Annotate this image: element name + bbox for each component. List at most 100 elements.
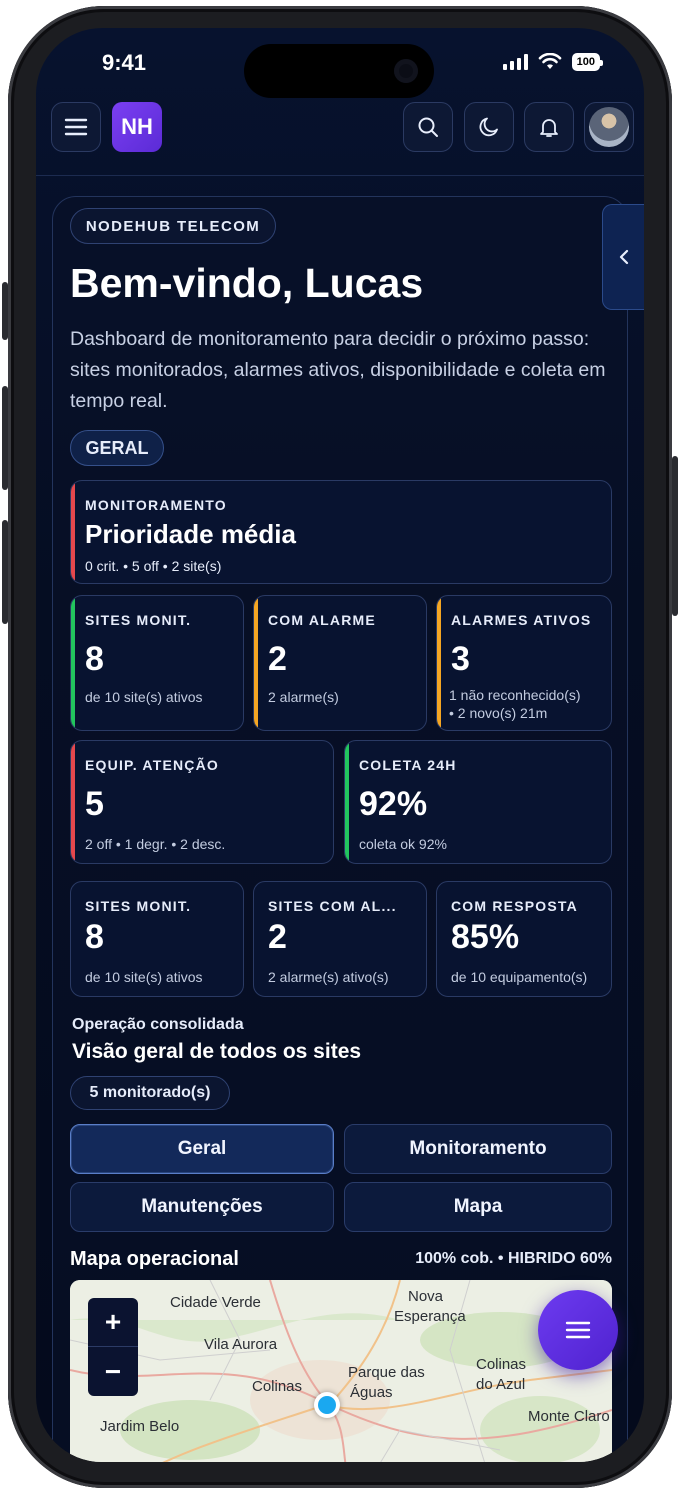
- stat-sub: coleta ok 92%: [359, 836, 447, 852]
- battery-indicator: 100: [571, 53, 604, 71]
- volume-up-button: [2, 386, 8, 490]
- stat-sub: de 10 site(s) ativos: [85, 969, 203, 985]
- side-panel-toggle[interactable]: [602, 204, 644, 310]
- hamburger-icon: [64, 118, 88, 136]
- priority-sub: 0 crit. • 5 off • 2 site(s): [85, 558, 222, 574]
- priority-label: MONITORAMENTO: [85, 497, 227, 513]
- map-label-colinas-west: Colinas: [252, 1378, 303, 1395]
- stat-label: COM RESPOSTA: [451, 898, 578, 914]
- quick-actions-fab[interactable]: [538, 1290, 618, 1370]
- cellular-signal-icon: [502, 54, 528, 70]
- operational-map[interactable]: + − Cidade Verde Nova Esperança Vila Aur…: [70, 1280, 612, 1462]
- bell-icon: [540, 119, 558, 137]
- stat-label: COLETA 24H: [359, 757, 457, 773]
- stat-sites-com-alarme[interactable]: SITES COM AL... 2 2 alarme(s) ativo(s): [253, 881, 427, 997]
- brand-logo[interactable]: NH: [112, 102, 162, 152]
- stat-label: SITES MONIT.: [85, 612, 192, 628]
- stat-value: 5: [85, 785, 104, 823]
- zoom-controls: + −: [88, 1298, 138, 1396]
- stat-accent-bar: [437, 596, 441, 730]
- map-label-vila-aurora: Vila Aurora: [204, 1336, 278, 1353]
- menu-lines-icon: [565, 1321, 591, 1339]
- map-label-monte-claro: Monte Claro: [528, 1408, 610, 1425]
- map-coverage: 100% cob. • HIBRIDO 60%: [415, 1250, 612, 1267]
- company-badge: NODEHUB TELECOM: [70, 208, 276, 244]
- volume-down-button: [2, 520, 8, 624]
- stat-value: 85%: [451, 918, 520, 956]
- stat-accent-bar: [71, 741, 75, 863]
- map-label-colinas-east: Colinas: [476, 1356, 527, 1373]
- dynamic-island: [244, 44, 434, 98]
- action-button: [2, 282, 8, 340]
- map-label-nova: Nova: [408, 1288, 444, 1305]
- wifi-icon: [538, 53, 561, 69]
- stat-value: 8: [85, 918, 104, 956]
- overview-kicker: Operação consolidada: [72, 1016, 244, 1033]
- location-pin-icon[interactable]: [314, 1392, 340, 1418]
- stat-equip-atencao[interactable]: EQUIP. ATENÇÃO 5 2 off • 1 degr. • 2 des…: [70, 740, 334, 864]
- profile-button[interactable]: [584, 102, 634, 152]
- stat-sub-secondary: • 2 novo(s) 21m: [449, 705, 548, 721]
- stat-label: SITES MONIT.: [85, 898, 192, 914]
- map-label-cidade-verde: Cidade Verde: [170, 1294, 261, 1311]
- stat-accent-bar: [345, 741, 349, 863]
- tab-monitoramento[interactable]: Monitoramento: [344, 1124, 612, 1174]
- map-label-do-azul: do Azul: [476, 1376, 526, 1393]
- map-title: Mapa operacional: [70, 1248, 239, 1270]
- search-icon: [418, 117, 438, 137]
- stat-sites-monitorados[interactable]: SITES MONIT. 8 de 10 site(s) ativos: [70, 595, 244, 731]
- stat-label: COM ALARME: [268, 612, 376, 628]
- stat-value: 8: [85, 640, 104, 678]
- stat-value: 2: [268, 640, 287, 678]
- stat-value: 2: [268, 918, 287, 956]
- zoom-out-button[interactable]: −: [88, 1347, 138, 1396]
- theme-toggle-button[interactable]: [464, 102, 514, 152]
- stat-sub: de 10 equipamento(s): [451, 969, 588, 985]
- moon-icon: [479, 117, 498, 137]
- stat-com-resposta[interactable]: COM RESPOSTA 85% de 10 equipamento(s): [436, 881, 612, 997]
- priority-card[interactable]: MONITORAMENTO Prioridade média 0 crit. •…: [70, 480, 612, 584]
- tab-manutencoes[interactable]: Manutenções: [70, 1182, 334, 1232]
- page-description: Dashboard de monitoramento para decidir …: [70, 328, 606, 412]
- zoom-in-button[interactable]: +: [88, 1298, 138, 1347]
- avatar: [589, 107, 629, 147]
- stat-sub: 2 off • 1 degr. • 2 desc.: [85, 836, 226, 852]
- app-screen: 9:41 100 NH NODEHUB TELECOM Bem-vindo, L…: [36, 28, 644, 1462]
- status-icons: 100: [502, 53, 604, 71]
- search-button[interactable]: [403, 102, 453, 152]
- notifications-button[interactable]: [524, 102, 574, 152]
- camera-icon: [394, 59, 418, 83]
- app-topbar: NH: [36, 100, 644, 176]
- stat-sub: 2 alarme(s) ativo(s): [268, 969, 389, 985]
- scope-chip[interactable]: GERAL: [70, 430, 164, 466]
- stat-label: EQUIP. ATENÇÃO: [85, 757, 220, 773]
- overview-title: Visão geral de todos os sites: [72, 1040, 362, 1063]
- status-time: 9:41: [102, 50, 147, 75]
- stat-coleta-24h[interactable]: COLETA 24H 92% coleta ok 92%: [344, 740, 612, 864]
- tab-geral[interactable]: Geral: [70, 1124, 334, 1174]
- menu-button[interactable]: [51, 102, 101, 152]
- stat-value: 3: [451, 640, 470, 678]
- priority-accent-bar: [71, 481, 75, 583]
- map-label-jardim-belo: Jardim Belo: [100, 1418, 180, 1435]
- stat-com-alarme[interactable]: COM ALARME 2 2 alarme(s): [253, 595, 427, 731]
- page-title: Bem-vindo, Lucas: [70, 260, 424, 306]
- stat-sub: 2 alarme(s): [268, 689, 339, 705]
- stat-sub: 1 não reconhecido(s): [449, 687, 581, 703]
- stat-sites-monit[interactable]: SITES MONIT. 8 de 10 site(s) ativos: [70, 881, 244, 997]
- stat-sub: de 10 site(s) ativos: [85, 689, 203, 705]
- map-label-esperanca: Esperança: [394, 1308, 466, 1325]
- map-label-parque-das: Parque das: [348, 1364, 425, 1381]
- stat-alarmes-ativos[interactable]: ALARMES ATIVOS 3 1 não reconhecido(s) • …: [436, 595, 612, 731]
- map-label-aguas: Águas: [350, 1384, 393, 1401]
- stat-accent-bar: [71, 596, 75, 730]
- power-button: [672, 456, 678, 616]
- chevron-left-icon: [619, 249, 628, 265]
- stat-accent-bar: [254, 596, 258, 730]
- stat-label: ALARMES ATIVOS: [451, 612, 592, 628]
- priority-value: Prioridade média: [85, 519, 296, 549]
- stat-value: 92%: [359, 785, 428, 823]
- stat-label: SITES COM AL...: [268, 898, 397, 914]
- tab-mapa[interactable]: Mapa: [344, 1182, 612, 1232]
- monitored-count-chip: 5 monitorado(s): [70, 1076, 230, 1110]
